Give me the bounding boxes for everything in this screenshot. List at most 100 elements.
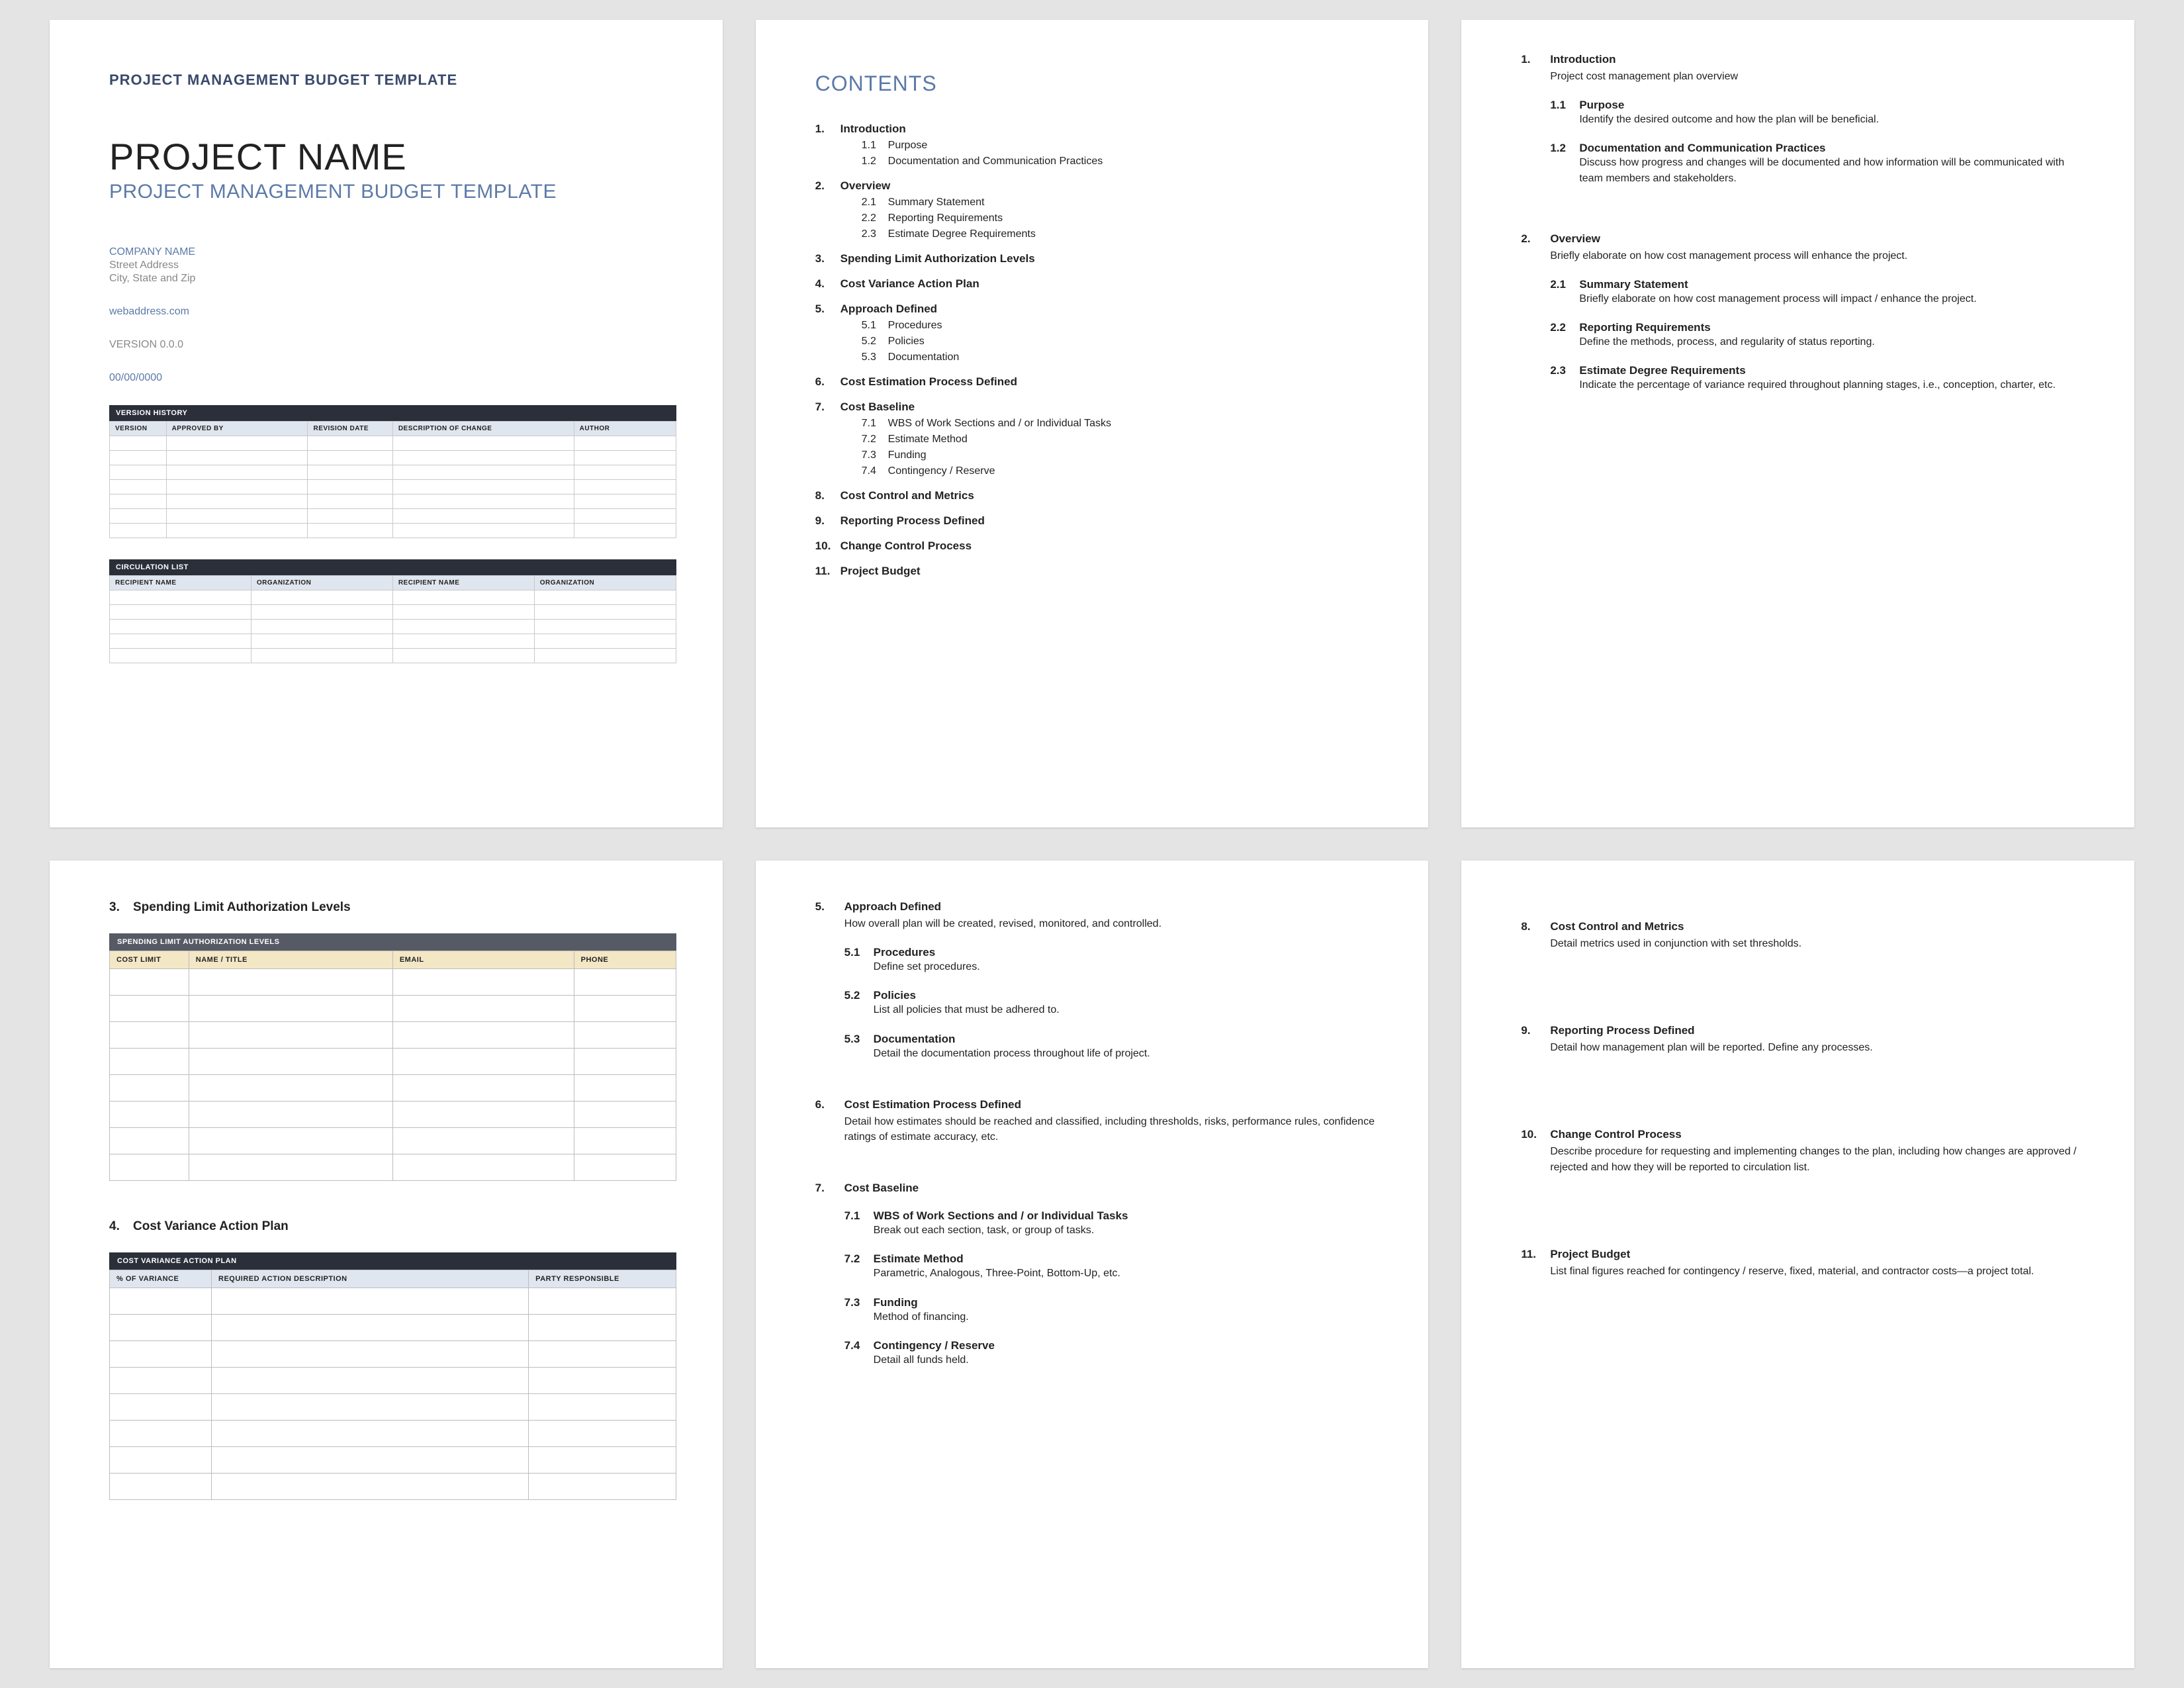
toc-sub-number: 1.1 <box>862 140 888 152</box>
table-row <box>110 649 676 663</box>
section-title: Cost Estimation Process Defined <box>844 1098 1021 1111</box>
subsection-title: Purpose <box>1579 99 1624 111</box>
section-desc: Detail how management plan will be repor… <box>1550 1040 2088 1055</box>
subsection-number: 7.1 <box>844 1209 874 1223</box>
table-row <box>110 1368 676 1394</box>
table-row <box>110 451 676 465</box>
subsection-title: Procedures <box>874 946 936 959</box>
section-title: Approach Defined <box>844 900 941 913</box>
toc-number: 10. <box>815 539 841 553</box>
section-cost-control: 8.Cost Control and Metrics Detail metric… <box>1521 920 2088 951</box>
section-desc: Describe procedure for requesting and im… <box>1550 1144 2088 1174</box>
toc-title: Change Control Process <box>841 539 972 552</box>
table-row <box>110 1288 676 1315</box>
section-cost-variance: 4.Cost Variance Action Plan <box>109 1219 676 1234</box>
section-title: Project Budget <box>1550 1248 1630 1260</box>
page-grid: PROJECT MANAGEMENT BUDGET TEMPLATE PROJE… <box>0 0 2184 1688</box>
cost-variance-table: % OF VARIANCE REQUIRED ACTION DESCRIPTIO… <box>109 1270 676 1500</box>
toc-sub-number: 7.4 <box>862 465 888 477</box>
section-cost-estimation: 6.Cost Estimation Process Defined Detail… <box>815 1098 1383 1145</box>
subsection-title: WBS of Work Sections and / or Individual… <box>874 1209 1128 1222</box>
toc-number: 8. <box>815 489 841 502</box>
subsection-body: Define the methods, process, and regular… <box>1579 334 2088 350</box>
toc-title: Cost Control and Metrics <box>841 489 974 502</box>
table-row <box>110 996 676 1022</box>
toc-sub-number: 5.1 <box>862 320 888 332</box>
subsection: 7.1WBS of Work Sections and / or Individ… <box>844 1209 1383 1238</box>
toc-title: Approach Defined <box>841 303 937 315</box>
table-row <box>110 465 676 480</box>
section-change-control: 10.Change Control Process Describe proce… <box>1521 1128 2088 1174</box>
toc-number: 7. <box>815 400 841 414</box>
toc-subitem: 2.2Reporting Requirements <box>862 212 1383 224</box>
table-of-contents: 1.Introduction1.1Purpose1.2Documentation… <box>815 122 1383 578</box>
subsection-number: 7.4 <box>844 1339 874 1352</box>
page-1: PROJECT MANAGEMENT BUDGET TEMPLATE PROJE… <box>50 20 723 827</box>
toc-sub-title: Purpose <box>888 140 928 151</box>
section-title: Cost Baseline <box>844 1182 919 1194</box>
section-title: Reporting Process Defined <box>1550 1024 1694 1037</box>
subsection-body: Parametric, Analogous, Three-Point, Bott… <box>874 1266 1383 1281</box>
subsection: 7.4Contingency / ReserveDetail all funds… <box>844 1339 1383 1368</box>
subsection: 2.2Reporting RequirementsDefine the meth… <box>1550 321 2088 350</box>
toc-subitem: 7.1WBS of Work Sections and / or Individ… <box>862 418 1383 430</box>
table-row <box>110 1394 676 1421</box>
toc-sub-title: Estimate Method <box>888 434 968 445</box>
subsection-body: Break out each section, task, or group o… <box>874 1223 1383 1238</box>
subsection: 5.2PoliciesList all policies that must b… <box>844 989 1383 1017</box>
section-title: Cost Variance Action Plan <box>133 1219 289 1233</box>
version-history-table: VERSION APPROVED BY REVISION DATE DESCRI… <box>109 421 676 538</box>
subsection: 2.1Summary StatementBriefly elaborate on… <box>1550 278 2088 306</box>
table-row <box>110 436 676 451</box>
table-row <box>110 590 676 605</box>
doc-subtitle: PROJECT MANAGEMENT BUDGET TEMPLATE <box>109 181 676 203</box>
toc-sub-title: Documentation and Communication Practice… <box>888 156 1103 167</box>
table-header: AUTHOR <box>574 422 676 436</box>
toc-sub-title: Reporting Requirements <box>888 212 1003 224</box>
version-history-title: VERSION HISTORY <box>109 405 676 421</box>
section-desc: List final figures reached for contingen… <box>1550 1264 2088 1279</box>
subsection: 2.3Estimate Degree RequirementsIndicate … <box>1550 364 2088 393</box>
table-row <box>110 1474 676 1500</box>
toc-title: Reporting Process Defined <box>841 514 985 527</box>
toc-number: 3. <box>815 252 841 265</box>
subsection-number: 1.2 <box>1550 142 1579 155</box>
table-row <box>110 605 676 620</box>
table-header: PHONE <box>574 951 676 969</box>
toc-subitem: 5.3Documentation <box>862 352 1383 363</box>
subsection: 7.3FundingMethod of financing. <box>844 1296 1383 1325</box>
page-5: 5.Approach Defined How overall plan will… <box>756 861 1429 1668</box>
table-row <box>110 494 676 509</box>
table-row <box>110 634 676 649</box>
subsection-body: Indicate the percentage of variance requ… <box>1579 377 2088 393</box>
table-row <box>110 1075 676 1102</box>
toc-item: 1.Introduction1.1Purpose1.2Documentation… <box>815 122 1383 167</box>
subsection-number: 5.1 <box>844 946 874 959</box>
table-header: RECIPIENT NAME <box>110 576 251 590</box>
toc-item: 7.Cost Baseline7.1WBS of Work Sections a… <box>815 400 1383 477</box>
toc-item: 2.Overview2.1Summary Statement2.2Reporti… <box>815 179 1383 240</box>
subsection-number: 2.3 <box>1550 364 1579 377</box>
subsection-title: Contingency / Reserve <box>874 1339 995 1352</box>
toc-sub-number: 1.2 <box>862 156 888 167</box>
toc-sub-title: Procedures <box>888 320 942 331</box>
section-approach: 5.Approach Defined How overall plan will… <box>815 900 1383 1061</box>
section-spending-limit: 3.Spending Limit Authorization Levels <box>109 900 676 915</box>
toc-number: 1. <box>815 122 841 136</box>
table-header: ORGANIZATION <box>251 576 392 590</box>
subsection-number: 7.3 <box>844 1296 874 1309</box>
subsection-title: Estimate Method <box>874 1252 964 1265</box>
table-row <box>110 524 676 538</box>
toc-sub-number: 2.2 <box>862 212 888 224</box>
toc-number: 4. <box>815 277 841 291</box>
page-2-contents: CONTENTS 1.Introduction1.1Purpose1.2Docu… <box>756 20 1429 827</box>
subsection-number: 2.1 <box>1550 278 1579 291</box>
toc-item: 11.Project Budget <box>815 565 1383 578</box>
section-number: 11. <box>1521 1248 1550 1261</box>
table-row <box>110 969 676 996</box>
section-number: 2. <box>1521 232 1550 246</box>
doc-title: PROJECT NAME <box>109 135 676 178</box>
toc-subitem: 1.1Purpose <box>862 140 1383 152</box>
page-3: 1.Introduction Project cost management p… <box>1461 20 2134 827</box>
section-number: 6. <box>815 1098 844 1111</box>
